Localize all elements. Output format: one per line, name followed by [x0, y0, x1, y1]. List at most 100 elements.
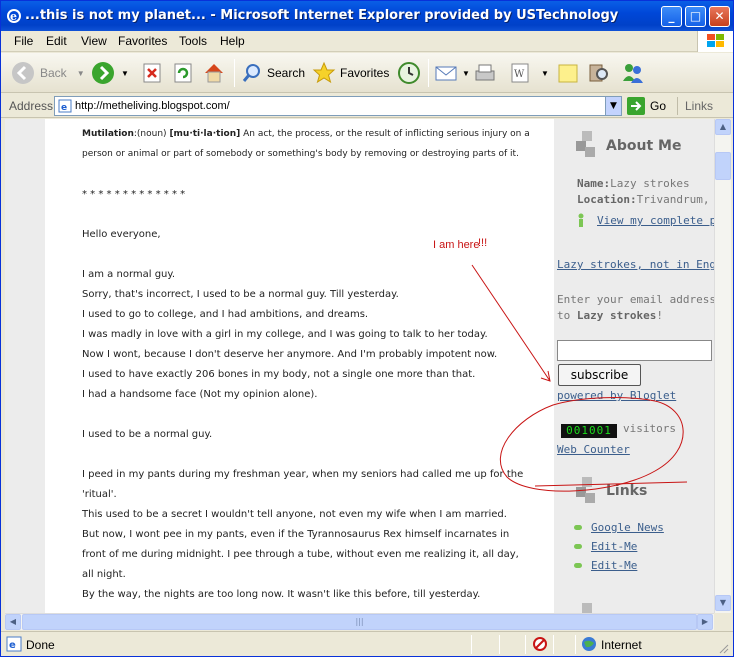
mail-dropdown-icon[interactable]: ▼	[462, 69, 470, 78]
post-line: I had a handsome face (Not my opinion al…	[82, 389, 318, 400]
home-button[interactable]	[202, 59, 226, 87]
email-input[interactable]	[557, 340, 712, 361]
post-line: 'ritual'.	[82, 489, 117, 500]
maximize-button[interactable]: □	[685, 6, 706, 27]
back-button[interactable]: Back ▼	[11, 59, 85, 87]
printer-icon	[475, 64, 495, 81]
forward-dropdown-icon[interactable]: ▼	[121, 69, 129, 78]
horizontal-scrollbar[interactable]: ◀ ||| ▶	[5, 613, 714, 630]
research-icon	[589, 64, 608, 82]
visitors-label: visitors	[623, 422, 676, 435]
subscribe-button[interactable]: subscribe	[558, 364, 641, 386]
discuss-button[interactable]	[557, 59, 579, 87]
name-label: Name:	[577, 177, 611, 190]
links-square-icon	[585, 493, 595, 503]
go-button[interactable]: Go	[627, 97, 666, 115]
link-google-news[interactable]: Google News	[591, 521, 664, 534]
history-button[interactable]	[397, 59, 421, 87]
stop-button[interactable]	[141, 59, 163, 87]
history-icon	[398, 62, 420, 84]
messenger-icon	[623, 64, 643, 83]
web-counter-link-text[interactable]: Web Counter	[557, 443, 630, 456]
edit-button[interactable]: W ▼	[509, 59, 549, 87]
page-icon: e	[58, 99, 72, 113]
email-prompt-post: !	[656, 309, 663, 322]
bloglet-link[interactable]: powered by Bloglet	[557, 389, 676, 402]
next-section-square-icon	[582, 603, 592, 613]
address-label: Address	[9, 99, 54, 113]
stop-icon	[143, 63, 161, 83]
back-arrow-icon	[12, 62, 34, 84]
favorites-button[interactable]: Favorites	[312, 59, 389, 87]
link-edit-me-2[interactable]: Edit-Me	[591, 559, 637, 572]
horizontal-scroll-thumb[interactable]: |||	[22, 614, 697, 630]
internet-globe-icon	[582, 637, 596, 651]
page-left-margin	[5, 119, 45, 613]
edit-dropdown-icon[interactable]: ▼	[541, 69, 549, 78]
blog-title-link[interactable]: Lazy strokes, not in English	[557, 258, 714, 271]
links-toolbar-label[interactable]: Links	[685, 99, 713, 113]
search-button[interactable]: Search	[241, 59, 305, 87]
menu-favorites[interactable]: Favorites	[118, 34, 167, 48]
web-counter-link[interactable]: Web Counter	[557, 443, 630, 456]
blog-post: Mutilation:(noun) [mu·ti·la·tion] An act…	[45, 119, 554, 613]
mail-button[interactable]: ▼	[434, 59, 470, 87]
word-edit-icon: W	[511, 63, 529, 83]
about-square-icon	[585, 147, 595, 157]
minimize-button[interactable]: _	[661, 6, 682, 27]
menu-file[interactable]: File	[14, 34, 33, 48]
link-edit-me[interactable]: Edit-Me	[591, 540, 637, 553]
link-item[interactable]: Edit-Me	[591, 540, 637, 553]
title-bar[interactable]: e ...this is not my planet... - Microsof…	[1, 1, 733, 31]
print-button[interactable]	[473, 59, 497, 87]
menu-view[interactable]: View	[81, 34, 107, 48]
search-icon	[242, 64, 260, 82]
post-line: This used to be a secret I wouldn't tell…	[82, 509, 507, 520]
research-button[interactable]	[587, 59, 611, 87]
link-item[interactable]: Google News	[591, 521, 664, 534]
mail-icon	[435, 66, 457, 81]
toolbar: Back ▼ ▼ Search Favorites ▼ W ▼	[1, 53, 733, 93]
refresh-button[interactable]	[172, 59, 194, 87]
star-icon	[312, 61, 336, 84]
messenger-button[interactable]	[621, 59, 645, 87]
address-input[interactable]: e http://metheliving.blogspot.com/ ▼	[54, 96, 622, 116]
scroll-right-icon[interactable]: ▶	[697, 614, 713, 630]
popup-blocked-icon[interactable]	[532, 636, 550, 652]
post-line: all night.	[82, 569, 126, 580]
scroll-up-icon[interactable]: ▲	[715, 119, 731, 135]
forward-button[interactable]: ▼	[91, 59, 129, 87]
address-url: http://metheliving.blogspot.com/	[75, 100, 230, 112]
ie-logo-icon: e	[7, 9, 21, 23]
status-text: Done	[26, 638, 55, 652]
scroll-corner	[714, 613, 731, 630]
scroll-down-icon[interactable]: ▼	[715, 595, 731, 611]
scroll-left-icon[interactable]: ◀	[5, 614, 21, 630]
email-prompt-blog: Lazy strokes	[576, 309, 657, 322]
post-line: I used to go to college, and I had ambit…	[82, 309, 369, 320]
vertical-scrollbar[interactable]: ▲ ▼	[714, 119, 731, 613]
post-line: front of me during midnight. I pee throu…	[82, 549, 519, 560]
location-label: Location:	[577, 193, 637, 206]
link-item[interactable]: Edit-Me	[591, 559, 637, 572]
windows-logo	[697, 31, 733, 52]
address-dropdown-icon[interactable]: ▼	[605, 97, 621, 115]
bloglet-link-text[interactable]: powered by Bloglet	[557, 389, 676, 402]
resize-grip-icon[interactable]	[717, 642, 729, 654]
minimize-icon: _	[668, 9, 675, 23]
close-button[interactable]: ✕	[709, 6, 730, 27]
profile-link-text[interactable]: View my complete pr	[597, 214, 714, 227]
menu-help[interactable]: Help	[220, 34, 245, 48]
post-line: But now, I wont pee in my pants, even if…	[82, 529, 510, 540]
profile-link[interactable]: View my complete pr	[597, 214, 714, 227]
location-value: Trivandrum, I	[636, 193, 714, 206]
menu-edit[interactable]: Edit	[46, 34, 67, 48]
post-line: I peed in my pants during my freshman ye…	[82, 469, 524, 480]
menu-tools[interactable]: Tools	[179, 34, 207, 48]
name-value: Lazy strokes	[610, 177, 690, 190]
vertical-scroll-thumb[interactable]	[715, 152, 731, 180]
blog-title-link-text[interactable]: Lazy strokes, not in English	[557, 258, 714, 271]
back-dropdown-icon[interactable]: ▼	[77, 69, 85, 78]
link-bullet-icon	[574, 563, 582, 568]
post-line: Hello everyone,	[82, 229, 161, 240]
